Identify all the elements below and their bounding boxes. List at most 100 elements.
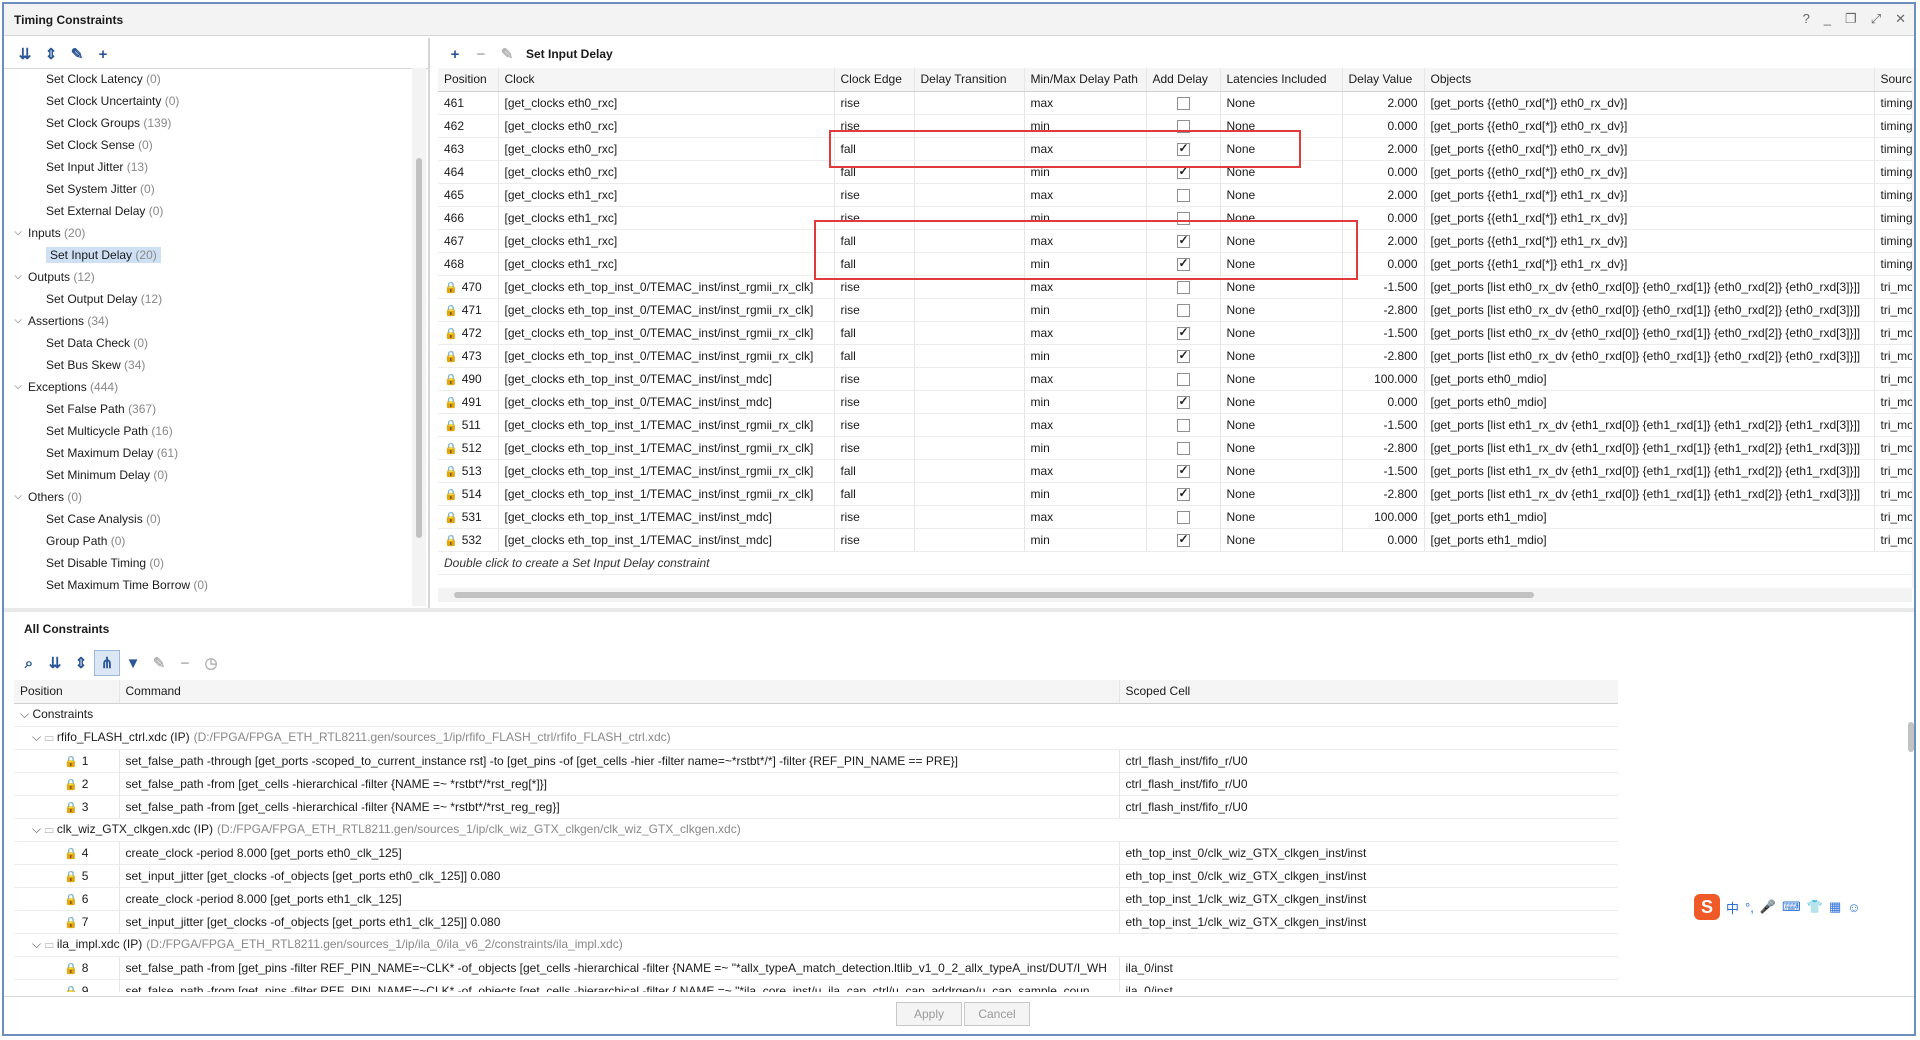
constraint-row[interactable]: 🔒 4 create_clock -period 8.000 [get_ports … bbox=[14, 841, 1618, 865]
pin-icon[interactable]: ✎ bbox=[64, 41, 90, 67]
table-row[interactable]: 🔒 532 [get_clocks eth_top_inst_1/TEMAC_ins… bbox=[438, 528, 1912, 552]
tree-item[interactable]: ⌵ Exceptions (444) bbox=[4, 376, 424, 398]
add-icon[interactable]: + bbox=[442, 41, 468, 67]
add-delay-checkbox[interactable] bbox=[1176, 372, 1190, 386]
column-header[interactable]: Clock Edge bbox=[834, 68, 915, 92]
create-hint[interactable]: Double click to create a Set Input Delay… bbox=[438, 551, 1912, 575]
horizontal-splitter[interactable] bbox=[4, 608, 1914, 612]
grid-icon[interactable]: ▦ bbox=[1829, 899, 1841, 915]
table-row[interactable]: 466 [get_clocks eth1_rxc] rise min None 0.000… bbox=[438, 206, 1912, 230]
chevron-down-icon[interactable]: ⌵ bbox=[32, 822, 44, 836]
tree-item[interactable]: Set False Path (367) bbox=[4, 398, 424, 420]
file-group-row[interactable]: ⌵ ▭ rfifo_FLASH_ctrl.xdc (IP) (D:/FPGA/FP… bbox=[14, 726, 1618, 750]
edit-icon[interactable]: ✎ bbox=[146, 650, 172, 676]
tree-item[interactable]: ⌵ Inputs (20) bbox=[4, 222, 424, 244]
file-group-row[interactable]: ⌵ ▭ ila_impl.xdc (IP) (D:/FPGA/FPGA_ETH_R… bbox=[14, 933, 1618, 957]
sogou-logo[interactable]: S bbox=[1694, 894, 1720, 920]
table-hscrollbar[interactable] bbox=[438, 588, 1912, 602]
column-header[interactable]: Clock bbox=[498, 68, 835, 92]
tree-item[interactable]: Set Data Check (0) bbox=[4, 332, 424, 354]
table-row[interactable]: 🔒 511 [get_clocks eth_top_inst_1/TEMAC_ins… bbox=[438, 413, 1912, 437]
microphone-icon[interactable]: 🎤 bbox=[1760, 899, 1776, 915]
table-row[interactable]: 464 [get_clocks eth0_rxc]fall min None0.000… bbox=[438, 160, 1912, 184]
clock-icon[interactable]: ◷ bbox=[198, 650, 224, 676]
tree-item[interactable]: ⌵ Outputs (12) bbox=[4, 266, 424, 288]
all-constraints-vscrollbar[interactable] bbox=[1904, 700, 1914, 996]
chevron-down-icon[interactable]: ⌵ bbox=[12, 266, 24, 288]
remove-icon[interactable]: − bbox=[172, 650, 198, 676]
filter-icon[interactable]: ▼ bbox=[120, 650, 146, 676]
add-delay-checkbox[interactable] bbox=[1176, 141, 1190, 156]
add-delay-checkbox[interactable] bbox=[1176, 463, 1190, 478]
chevron-down-icon[interactable]: ⌵ bbox=[12, 222, 24, 244]
tree-item[interactable]: Set External Delay (0) bbox=[4, 200, 424, 222]
add-delay-checkbox[interactable] bbox=[1176, 441, 1190, 455]
table-row[interactable]: 🔒 472 [get_clocks eth_top_inst_0/TEMAC_ins… bbox=[438, 321, 1912, 345]
add-delay-checkbox[interactable] bbox=[1176, 303, 1190, 317]
table-row[interactable]: 🔒 512 [get_clocks eth_top_inst_1/TEMAC_ins… bbox=[438, 436, 1912, 460]
constraint-row[interactable]: 🔒 6 create_clock -period 8.000 [get_ports … bbox=[14, 887, 1618, 911]
tree-item[interactable]: Set Clock Latency (0) bbox=[4, 68, 424, 90]
tree-item[interactable]: Set Input Jitter (13) bbox=[4, 156, 424, 178]
add-delay-checkbox[interactable] bbox=[1176, 211, 1190, 225]
add-delay-checkbox[interactable] bbox=[1176, 256, 1190, 271]
tree-item[interactable]: Set Clock Uncertainty (0) bbox=[4, 90, 424, 112]
table-vscrollbar[interactable] bbox=[1912, 68, 1914, 588]
tree-item[interactable]: Set Bus Skew (34) bbox=[4, 354, 424, 376]
add-delay-checkbox[interactable] bbox=[1176, 510, 1190, 524]
add-delay-checkbox[interactable] bbox=[1176, 96, 1190, 110]
chevron-down-icon[interactable]: ⌵ bbox=[32, 730, 44, 744]
chevron-down-icon[interactable]: ⌵ bbox=[12, 486, 24, 508]
add-delay-checkbox[interactable] bbox=[1176, 418, 1190, 432]
add-delay-checkbox[interactable] bbox=[1176, 119, 1190, 133]
maximize-icon[interactable]: ⤢ bbox=[1871, 11, 1881, 27]
mascot-icon[interactable]: ☺ bbox=[1847, 900, 1860, 915]
column-header[interactable]: Command bbox=[119, 680, 1120, 704]
tree-item[interactable]: Set Clock Groups (139) bbox=[4, 112, 424, 134]
add-delay-checkbox[interactable] bbox=[1176, 325, 1190, 340]
tree-item[interactable]: Group Path (0) bbox=[4, 530, 424, 552]
constraint-row[interactable]: 🔒 5 set_input_jitter [get_clocks -of_objec… bbox=[14, 864, 1618, 888]
table-row[interactable]: 🔒 470 [get_clocks eth_top_inst_0/TEMAC_ins… bbox=[438, 275, 1912, 299]
collapse-all-icon[interactable]: ⇊ bbox=[12, 41, 38, 67]
tree-item[interactable]: Set Maximum Time Borrow (0) bbox=[4, 574, 424, 596]
column-header[interactable]: Min/Max Delay Path bbox=[1024, 68, 1147, 92]
restore-icon[interactable]: ❐ bbox=[1845, 11, 1857, 27]
constraint-row[interactable]: 🔒 2 set_false_path -from [get_cells -hiera… bbox=[14, 772, 1618, 796]
hint-row[interactable]: Double click to create a Set Input Delay… bbox=[438, 551, 1912, 575]
constraint-row[interactable]: 🔒 7 set_input_jitter [get_clocks -of_objec… bbox=[14, 910, 1618, 934]
table-row[interactable]: 🔒 491 [get_clocks eth_top_inst_0/TEMAC_ins… bbox=[438, 390, 1912, 414]
tree-item[interactable]: Set Multicycle Path (16) bbox=[4, 420, 424, 442]
edit-icon[interactable]: ✎ bbox=[494, 41, 520, 67]
constraint-row[interactable]: 🔒 1 set_false_path -through [get_ports -sc… bbox=[14, 749, 1618, 773]
collapse-all-icon[interactable]: ⇊ bbox=[42, 650, 68, 676]
add-delay-checkbox[interactable] bbox=[1176, 532, 1190, 547]
column-header[interactable]: Position bbox=[438, 68, 499, 92]
file-group-row[interactable]: ⌵ ▭ clk_wiz_GTX_clkgen.xdc (IP) (D:/FPGA/… bbox=[14, 818, 1618, 842]
table-row[interactable]: 🔒 531 [get_clocks eth_top_inst_1/TEMAC_ins… bbox=[438, 505, 1912, 529]
punctuation-icon[interactable]: °, bbox=[1745, 900, 1754, 915]
table-row[interactable]: 465 [get_clocks eth1_rxc] rise max None 2.000… bbox=[438, 183, 1912, 207]
tree-item[interactable]: Set Output Delay (12) bbox=[4, 288, 424, 310]
constraint-row[interactable]: 🔒 9 set_false_path -from [get_pins -filter… bbox=[14, 979, 1618, 992]
add-delay-checkbox[interactable] bbox=[1176, 280, 1190, 294]
add-delay-checkbox[interactable] bbox=[1176, 233, 1190, 248]
tree-item[interactable]: Set Maximum Delay (61) bbox=[4, 442, 424, 464]
chevron-down-icon[interactable]: ⌵ bbox=[12, 376, 24, 398]
tree-item[interactable]: Set Clock Sense (0) bbox=[4, 134, 424, 156]
tree-item[interactable]: ⌵ Others (0) bbox=[4, 486, 424, 508]
table-row[interactable]: 463 [get_clocks eth0_rxc]fall max None2.000… bbox=[438, 137, 1912, 161]
tree-item[interactable]: Set Minimum Delay (0) bbox=[4, 464, 424, 486]
column-header[interactable]: Delay Transition bbox=[914, 68, 1025, 92]
ime-lang-indicator[interactable]: 中 bbox=[1726, 898, 1739, 917]
cancel-button[interactable]: Cancel bbox=[964, 1002, 1030, 1026]
help-icon[interactable]: ? bbox=[1803, 11, 1810, 27]
add-delay-checkbox[interactable] bbox=[1176, 164, 1190, 179]
tree-scrollbar[interactable] bbox=[412, 68, 426, 606]
column-header[interactable]: Objects bbox=[1424, 68, 1875, 92]
column-header[interactable]: Scoped Cell bbox=[1119, 680, 1618, 704]
column-header[interactable]: Position bbox=[14, 680, 120, 704]
tree-item[interactable]: ⌵ Assertions (34) bbox=[4, 310, 424, 332]
table-row[interactable]: 🔒 513 [get_clocks eth_top_inst_1/TEMAC_ins… bbox=[438, 459, 1912, 483]
table-row[interactable]: 462 [get_clocks eth0_rxc] rise min None 0.000… bbox=[438, 114, 1912, 138]
